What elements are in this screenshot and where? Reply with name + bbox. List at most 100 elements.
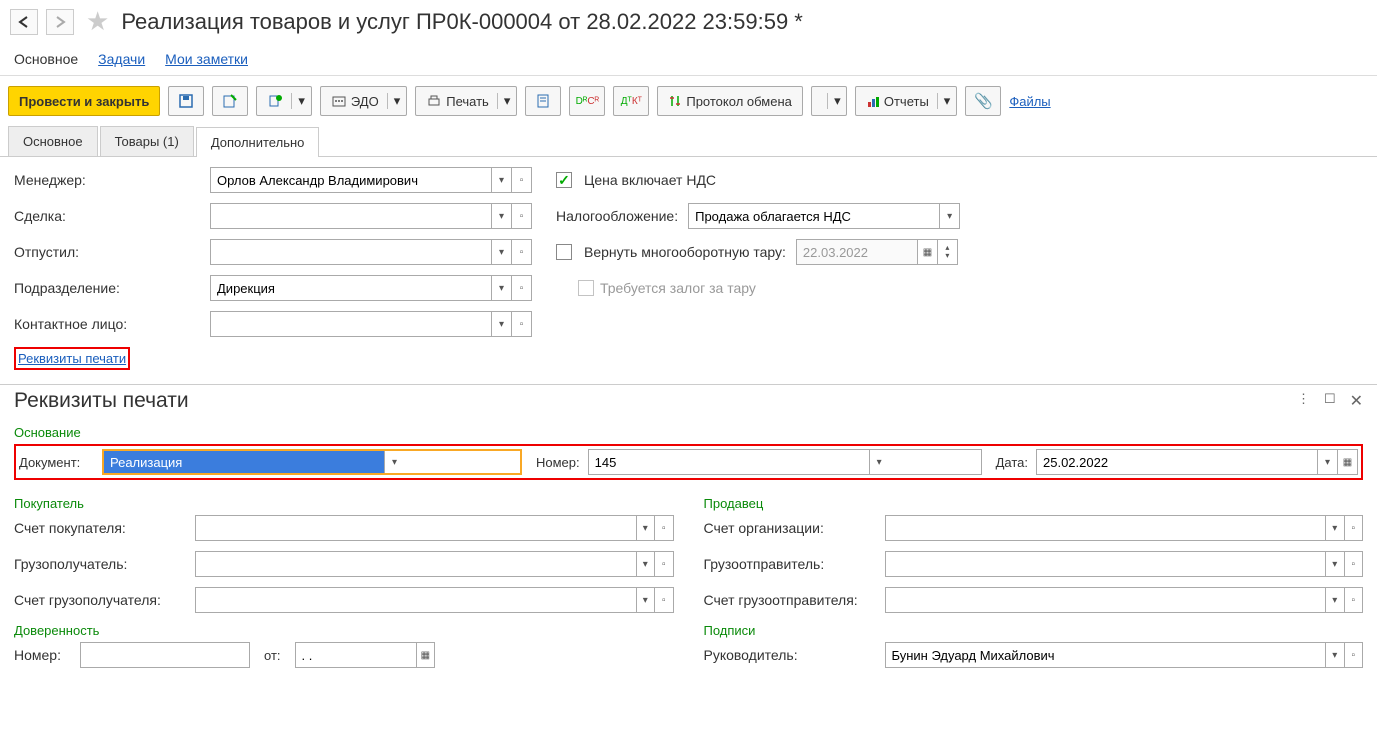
dept-field[interactable]: ▾ ▫ bbox=[210, 275, 532, 301]
dropdown-icon[interactable]: ▾ bbox=[1317, 450, 1337, 474]
consignor-field[interactable]: ▾▫ bbox=[885, 551, 1364, 577]
tax-field[interactable]: ▾ bbox=[688, 203, 960, 229]
chevron-down-icon[interactable]: ▾ bbox=[497, 93, 517, 109]
date-field[interactable]: ▾ ▦ bbox=[1036, 449, 1358, 475]
dropdown-icon[interactable]: ▾ bbox=[939, 204, 959, 228]
save-button[interactable] bbox=[168, 86, 204, 116]
more-icon[interactable]: ⋮ bbox=[1297, 391, 1310, 411]
tab-main[interactable]: Основное bbox=[8, 126, 98, 156]
poa-from-field[interactable]: ▦ bbox=[295, 642, 435, 668]
page-title: Реализация товаров и услуг ПР0К-000004 о… bbox=[121, 9, 803, 35]
dropdown-icon[interactable]: ▾ bbox=[491, 204, 511, 228]
org-acct-field[interactable]: ▾▫ bbox=[885, 515, 1364, 541]
open-icon[interactable]: ▫ bbox=[511, 276, 531, 300]
consignee-label: Грузополучатель: bbox=[14, 556, 189, 572]
protocol-button[interactable]: Протокол обмена bbox=[657, 86, 803, 116]
calendar-icon[interactable]: ▦ bbox=[1337, 450, 1357, 474]
price-vat-checkbox[interactable] bbox=[556, 172, 572, 188]
tab-extra[interactable]: Дополнительно bbox=[196, 127, 320, 157]
nav-notes[interactable]: Мои заметки bbox=[165, 51, 248, 67]
drcr-button[interactable]: DᴿCᴿ bbox=[569, 86, 605, 116]
poa-num-field[interactable] bbox=[80, 642, 250, 668]
post-close-button[interactable]: Провести и закрыть bbox=[8, 86, 160, 116]
doc-label: Документ: bbox=[19, 455, 94, 470]
close-icon[interactable]: ✕ bbox=[1350, 391, 1363, 411]
dtkt-button[interactable]: ДᵀКᵀ bbox=[613, 86, 649, 116]
manager-label: Менеджер: bbox=[14, 172, 204, 188]
tab-goods[interactable]: Товары (1) bbox=[100, 126, 194, 156]
nav-back-button[interactable] bbox=[10, 9, 38, 35]
print-button[interactable]: Печать ▾ bbox=[415, 86, 517, 116]
price-vat-label: Цена включает НДС bbox=[584, 172, 716, 188]
head-field[interactable]: ▾▫ bbox=[885, 642, 1364, 668]
date-label: Дата: bbox=[996, 455, 1028, 470]
basis-row-highlight: Документ: ▾ Номер: ▾ Дата: ▾ ▦ bbox=[14, 444, 1363, 480]
return-tare-label: Вернуть многооборотную тару: bbox=[584, 244, 786, 260]
released-field[interactable]: ▾ ▫ bbox=[210, 239, 532, 265]
org-acct-label: Счет организации: bbox=[704, 520, 879, 536]
doc-field[interactable]: ▾ bbox=[102, 449, 522, 475]
dept-label: Подразделение: bbox=[14, 280, 204, 296]
open-icon[interactable]: ▫ bbox=[511, 240, 531, 264]
sign-group: Подписи bbox=[704, 623, 1364, 638]
post-button[interactable] bbox=[212, 86, 248, 116]
files-link[interactable]: Файлы bbox=[1009, 94, 1050, 109]
consignor-label: Грузоотправитель: bbox=[704, 556, 879, 572]
poa-group: Доверенность bbox=[14, 623, 674, 638]
consignee-acct-field[interactable]: ▾▫ bbox=[195, 587, 674, 613]
dropdown-icon[interactable]: ▾ bbox=[491, 168, 511, 192]
calendar-icon[interactable]: ▦ bbox=[917, 240, 937, 264]
dropdown-icon[interactable]: ▾ bbox=[869, 450, 889, 474]
poa-from-label: от: bbox=[264, 648, 281, 663]
favorite-star-icon[interactable]: ★ bbox=[86, 6, 109, 37]
tax-label: Налогообложение: bbox=[556, 208, 678, 224]
return-tare-date[interactable]: ▦ ▴▾ bbox=[796, 239, 958, 265]
chevron-down-icon[interactable]: ▾ bbox=[827, 93, 847, 109]
dropdown-icon[interactable]: ▾ bbox=[491, 240, 511, 264]
buyer-acct-label: Счет покупателя: bbox=[14, 520, 189, 536]
consignor-acct-field[interactable]: ▾▫ bbox=[885, 587, 1364, 613]
edo-button[interactable]: ЭДО ▾ bbox=[320, 86, 407, 116]
buyer-acct-field[interactable]: ▾▫ bbox=[195, 515, 674, 541]
chevron-down-icon[interactable]: ▾ bbox=[937, 93, 957, 109]
print-requisites-link[interactable]: Реквизиты печати bbox=[18, 351, 126, 366]
dropdown-icon[interactable]: ▾ bbox=[491, 312, 511, 336]
open-icon[interactable]: ▫ bbox=[511, 312, 531, 336]
manager-field[interactable]: ▾ ▫ bbox=[210, 167, 532, 193]
open-icon[interactable]: ▫ bbox=[511, 204, 531, 228]
chevron-down-icon[interactable]: ▾ bbox=[387, 93, 407, 109]
calendar-icon[interactable]: ▦ bbox=[416, 643, 433, 667]
consignee-acct-label: Счет грузополучателя: bbox=[14, 592, 189, 608]
open-icon[interactable]: ▫ bbox=[511, 168, 531, 192]
nav-main[interactable]: Основное bbox=[14, 51, 78, 67]
num-field[interactable]: ▾ bbox=[588, 449, 982, 475]
poa-num-label: Номер: bbox=[14, 647, 74, 663]
return-tare-checkbox[interactable] bbox=[556, 244, 572, 260]
basis-group: Основание bbox=[14, 425, 1363, 440]
settings-menu-button[interactable]: ▾ bbox=[811, 86, 847, 116]
num-label: Номер: bbox=[536, 455, 580, 470]
maximize-icon[interactable]: ☐ bbox=[1324, 391, 1336, 411]
head-label: Руководитель: bbox=[704, 647, 879, 663]
buyer-group: Покупатель bbox=[14, 496, 674, 511]
dropdown-icon[interactable]: ▾ bbox=[384, 451, 404, 473]
nav-forward-button[interactable] bbox=[46, 9, 74, 35]
spinner-icon[interactable]: ▴▾ bbox=[937, 240, 957, 264]
doc-icon-button[interactable] bbox=[525, 86, 561, 116]
dropdown-icon[interactable]: ▾ bbox=[491, 276, 511, 300]
deal-field[interactable]: ▾ ▫ bbox=[210, 203, 532, 229]
consignee-field[interactable]: ▾▫ bbox=[195, 551, 674, 577]
attach-button[interactable]: 📎 bbox=[965, 86, 1001, 116]
print-requisites-highlight: Реквизиты печати bbox=[14, 347, 130, 370]
reports-button[interactable]: Отчеты ▾ bbox=[855, 86, 957, 116]
released-label: Отпустил: bbox=[14, 244, 204, 260]
chevron-down-icon[interactable]: ▾ bbox=[291, 93, 311, 109]
create-based-button[interactable]: ▾ bbox=[256, 86, 312, 116]
nav-tasks[interactable]: Задачи bbox=[98, 51, 145, 67]
deposit-checkbox bbox=[578, 280, 594, 296]
contact-label: Контактное лицо: bbox=[14, 316, 204, 332]
contact-field[interactable]: ▾ ▫ bbox=[210, 311, 532, 337]
consignor-acct-label: Счет грузоотправителя: bbox=[704, 592, 879, 608]
deal-label: Сделка: bbox=[14, 208, 204, 224]
deposit-label: Требуется залог за тару bbox=[600, 280, 756, 296]
